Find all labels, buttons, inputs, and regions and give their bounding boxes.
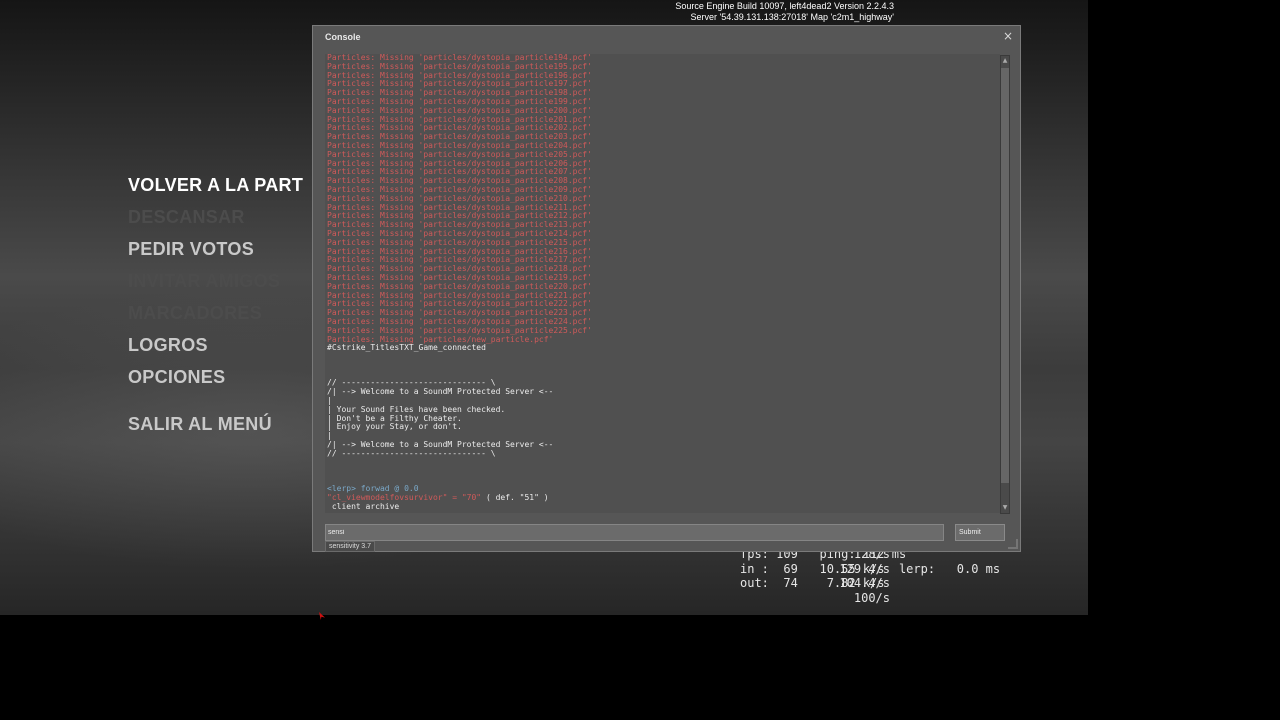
engine-info: Source Engine Build 10097, left4dead2 Ve…: [675, 1, 894, 23]
console-log-line: // ------------------------------ \: [327, 448, 496, 458]
console-scrollbar[interactable]: ▲ ▼: [1000, 55, 1010, 514]
menu-item-options[interactable]: OPCIONES: [128, 367, 225, 388]
console-log[interactable]: Particles: Missing 'particles/dystopia_p…: [325, 54, 1000, 513]
console-log-lines: Particles: Missing 'particles/dystopia_p…: [327, 54, 592, 511]
menu-item-achievements[interactable]: LOGROS: [128, 335, 208, 356]
rate-value: 104.4/s: [839, 576, 890, 590]
menu-item-resume[interactable]: VOLVER A LA PART: [128, 175, 303, 196]
menu-item-call-vote[interactable]: PEDIR VOTOS: [128, 239, 254, 260]
console-log-line: | Enjoy your Stay, or don't.: [327, 422, 462, 432]
menu-item-scoreboard: MARCADORES: [128, 303, 263, 323]
rate-value: 100/s: [853, 590, 890, 605]
menu-item-invite-friends: INVITAR AMIGOS: [128, 271, 281, 291]
console-log-line: [327, 459, 592, 468]
console-log-line: [327, 467, 592, 476]
console-log-line: /| --> Welcome to a SoundM Protected Ser…: [327, 387, 554, 397]
console-log-cvar: "cl_viewmodelfovsurvivor" = "70": [327, 492, 482, 502]
close-icon[interactable]: ×: [1003, 29, 1013, 43]
console-log-line: #Cstrike_TitlesTXT_Game_connected: [327, 343, 486, 353]
submit-button[interactable]: Submit: [955, 524, 1005, 541]
menu-item-quit-to-menu[interactable]: SALIR AL MENÚ: [128, 414, 272, 435]
console-log-default: ( def. "51" ): [481, 492, 549, 502]
resize-grip-icon[interactable]: [1008, 539, 1018, 549]
console-log-line: [327, 362, 592, 371]
autocomplete-suggestion[interactable]: sensitivity 3.7: [325, 541, 376, 552]
console-command-input[interactable]: [325, 524, 944, 541]
console-window[interactable]: Console × Particles: Missing 'particles/…: [312, 25, 1021, 552]
console-log-line: client archive: [327, 501, 400, 511]
console-log-line: [327, 353, 592, 362]
engine-build-text: Source Engine Build 10097, left4dead2 Ve…: [675, 1, 894, 11]
net-rates: 128/s 129.4/s 104.4/s 100/s: [839, 547, 890, 605]
scroll-down-arrow-icon[interactable]: ▼: [1001, 503, 1009, 513]
rate-value: 129.4/s: [839, 561, 890, 576]
server-map-text: Server '54.39.131.138:27018' Map 'c2m1_h…: [690, 12, 894, 22]
menu-item-rest: DESCANSAR: [128, 207, 245, 227]
scroll-up-arrow-icon[interactable]: ▲: [1001, 56, 1009, 66]
scrollbar-thumb[interactable]: [1001, 68, 1009, 483]
console-title: Console: [325, 32, 361, 42]
